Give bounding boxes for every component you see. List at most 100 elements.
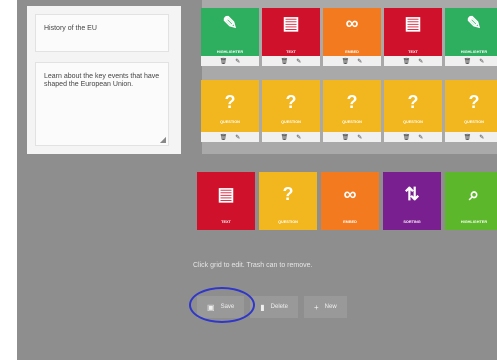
palette-tile[interactable]: ⇅ SORTING: [383, 172, 441, 230]
grid-row1-tile-face[interactable]: ▤ TEXT: [384, 8, 442, 56]
tile-actions: 🗑 ✎: [323, 56, 381, 66]
pencil-icon[interactable]: ✎: [357, 58, 362, 65]
grid-row1-tile[interactable]: ∞ EMBED 🗑 ✎: [323, 8, 381, 66]
trash-icon[interactable]: 🗑: [281, 58, 289, 65]
grid-row2-tile-face[interactable]: ? QUESTION: [262, 80, 320, 132]
document-icon: ▤: [404, 13, 422, 33]
tile-label: QUESTION: [464, 120, 484, 124]
new-button[interactable]: + New: [304, 296, 347, 318]
trash-icon[interactable]: 🗑: [342, 134, 350, 141]
tile-label: QUESTION: [220, 120, 240, 124]
grid-row1-tile-face[interactable]: ✎ HIGHLIGHTER: [445, 8, 497, 56]
question-icon: ?: [282, 184, 294, 204]
palette-tile-face[interactable]: ? QUESTION: [259, 172, 317, 230]
palette-tile[interactable]: ▤ TEXT: [197, 172, 255, 230]
pencil-icon[interactable]: ✎: [418, 134, 423, 141]
palette-tile[interactable]: ∞ EMBED: [321, 172, 379, 230]
grid-row2-tile[interactable]: ? QUESTION 🗑 ✎: [384, 80, 442, 142]
grid-hint: Click grid to edit. Trash can to remove.: [193, 262, 313, 269]
grid-row1-tile[interactable]: ✎ HIGHLIGHTER 🗑 ✎: [201, 8, 259, 66]
trash-icon[interactable]: 🗑: [403, 58, 411, 65]
trash-icon[interactable]: 🗑: [403, 134, 411, 141]
grid-row2-tile-face[interactable]: ? QUESTION: [445, 80, 497, 132]
editor-stage: History of the EU Learn about the key ev…: [17, 0, 497, 360]
trash-icon[interactable]: 🗑: [342, 58, 350, 65]
document-icon: ▤: [217, 184, 235, 204]
tile-actions: 🗑 ✎: [262, 132, 320, 142]
grid-row2-tile-face[interactable]: ? QUESTION: [323, 80, 381, 132]
lesson-description-text: Learn about the key events that have sha…: [44, 73, 160, 88]
grid-row2-tile[interactable]: ? QUESTION 🗑 ✎: [201, 80, 259, 142]
highlighter-icon: ✎: [222, 13, 238, 33]
highlighter-icon: ✎: [466, 13, 482, 33]
resize-grip-icon[interactable]: ◢: [160, 136, 166, 144]
grid-row2-tile[interactable]: ? QUESTION 🗑 ✎: [445, 80, 497, 142]
tile-label: EMBED: [345, 50, 359, 54]
grid-row2-tile[interactable]: ? QUESTION 🗑 ✎: [323, 80, 381, 142]
lesson-description-textarea[interactable]: Learn about the key events that have sha…: [35, 62, 169, 146]
palette-tile[interactable]: ? QUESTION: [259, 172, 317, 230]
grid-row2-tile-face[interactable]: ? QUESTION: [201, 80, 259, 132]
palette-tile-face[interactable]: ⇅ SORTING: [383, 172, 441, 230]
trash-icon[interactable]: 🗑: [220, 134, 228, 141]
tile-actions: 🗑 ✎: [384, 56, 442, 66]
tile-actions: 🗑 ✎: [445, 56, 497, 66]
tile-label: QUESTION: [342, 120, 362, 124]
tile-actions: 🗑 ✎: [201, 56, 259, 66]
tile-label: HIGHLIGHTER: [460, 50, 488, 54]
grid-row1-tile[interactable]: ▤ TEXT 🗑 ✎: [384, 8, 442, 66]
grid-row2-tile[interactable]: ? QUESTION 🗑 ✎: [262, 80, 320, 142]
pencil-icon[interactable]: ✎: [235, 58, 240, 65]
palette-tile-face[interactable]: ▤ TEXT: [197, 172, 255, 230]
pencil-icon[interactable]: ✎: [479, 58, 484, 65]
tile-label: TEXT: [408, 50, 418, 54]
tile-label: QUESTION: [403, 120, 423, 124]
grid-row2-tile-face[interactable]: ? QUESTION: [384, 80, 442, 132]
trash-icon[interactable]: 🗑: [220, 58, 228, 65]
link-icon: ∞: [345, 13, 359, 33]
lesson-info-panel: History of the EU Learn about the key ev…: [27, 6, 181, 154]
pencil-icon[interactable]: ✎: [235, 134, 240, 141]
question-icon: ?: [224, 92, 236, 112]
document-icon: ▤: [282, 13, 300, 33]
link-icon: ∞: [343, 184, 357, 204]
question-icon: ?: [346, 92, 358, 112]
grid-row1-tile-face[interactable]: ∞ EMBED: [323, 8, 381, 56]
grid-row1-tile[interactable]: ▤ TEXT 🗑 ✎: [262, 8, 320, 66]
lesson-title-input[interactable]: History of the EU: [35, 14, 169, 52]
pencil-icon[interactable]: ✎: [479, 134, 484, 141]
delete-label: Delete: [270, 304, 288, 310]
grid-row1-tile[interactable]: ✎ HIGHLIGHTER 🗑 ✎: [445, 8, 497, 66]
question-icon: ?: [285, 92, 297, 112]
palette-tile-face[interactable]: ⌕ HIGHLIGHTER: [445, 172, 497, 230]
tile-label: QUESTION: [278, 220, 298, 224]
pencil-icon[interactable]: ✎: [357, 134, 362, 141]
tile-actions: 🗑 ✎: [201, 132, 259, 142]
trash-icon[interactable]: 🗑: [281, 134, 289, 141]
trash-icon[interactable]: 🗑: [464, 58, 472, 65]
grid-row1-tile-face[interactable]: ✎ HIGHLIGHTER: [201, 8, 259, 56]
tile-label: HIGHLIGHTER: [216, 50, 244, 54]
tile-actions: 🗑 ✎: [323, 132, 381, 142]
sorting-icon: ⇅: [404, 184, 420, 204]
delete-button[interactable]: ▮ Delete: [250, 296, 298, 318]
tile-actions: 🗑 ✎: [445, 132, 497, 142]
question-icon: ?: [407, 92, 419, 112]
plus-icon: +: [314, 302, 319, 312]
tile-label: SORTING: [403, 220, 421, 224]
pencil-icon[interactable]: ✎: [418, 58, 423, 65]
tile-label: EMBED: [343, 220, 357, 224]
trash-icon[interactable]: 🗑: [464, 134, 472, 141]
pencil-icon[interactable]: ✎: [296, 58, 301, 65]
question-icon: ?: [468, 92, 480, 112]
trash-icon: ▮: [260, 302, 265, 312]
tile-label: TEXT: [286, 50, 296, 54]
tile-label: HIGHLIGHTER: [460, 220, 488, 224]
tile-label: QUESTION: [281, 120, 301, 124]
palette-tile-face[interactable]: ∞ EMBED: [321, 172, 379, 230]
pencil-icon[interactable]: ✎: [296, 134, 301, 141]
annotation-circle: [189, 287, 255, 323]
palette-tile[interactable]: ⌕ HIGHLIGHTER: [445, 172, 497, 230]
tile-label: TEXT: [221, 220, 231, 224]
grid-row1-tile-face[interactable]: ▤ TEXT: [262, 8, 320, 56]
